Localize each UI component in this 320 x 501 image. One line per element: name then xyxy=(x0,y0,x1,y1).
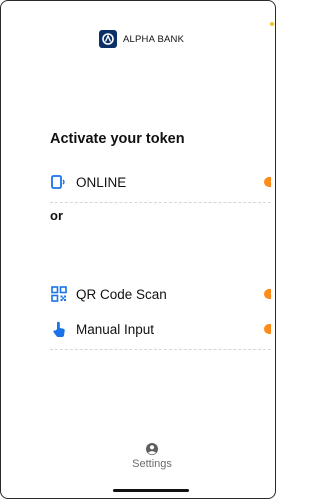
qr-code-scan-option[interactable]: QR Code Scan xyxy=(50,274,271,314)
qr-code-icon xyxy=(50,285,68,303)
chevron-right-icon xyxy=(264,324,271,334)
brand-name: ALPHA BANK xyxy=(123,33,185,45)
phone-signal-icon xyxy=(50,173,68,191)
qr-option-label: QR Code Scan xyxy=(76,286,167,302)
alpha-bank-logo: ALPHA BANK xyxy=(99,28,184,50)
online-option-label: ONLINE xyxy=(76,174,127,190)
chevron-right-icon xyxy=(264,177,271,187)
or-divider: or xyxy=(50,208,63,223)
manual-input-option[interactable]: Manual Input xyxy=(50,309,271,350)
phone-frame xyxy=(0,0,276,499)
page-title: Activate your token xyxy=(50,131,185,147)
manual-option-label: Manual Input xyxy=(76,321,155,337)
home-indicator[interactable] xyxy=(113,489,189,492)
hand-tap-icon xyxy=(50,320,68,338)
settings-tab[interactable]: Settings xyxy=(126,442,178,470)
settings-label: Settings xyxy=(132,458,172,470)
user-circle-icon xyxy=(145,442,159,456)
online-activation-option[interactable]: ONLINE xyxy=(50,162,271,203)
chevron-right-icon xyxy=(264,289,271,299)
alpha-bank-logo-icon xyxy=(99,30,117,48)
status-indicator xyxy=(270,22,274,26)
